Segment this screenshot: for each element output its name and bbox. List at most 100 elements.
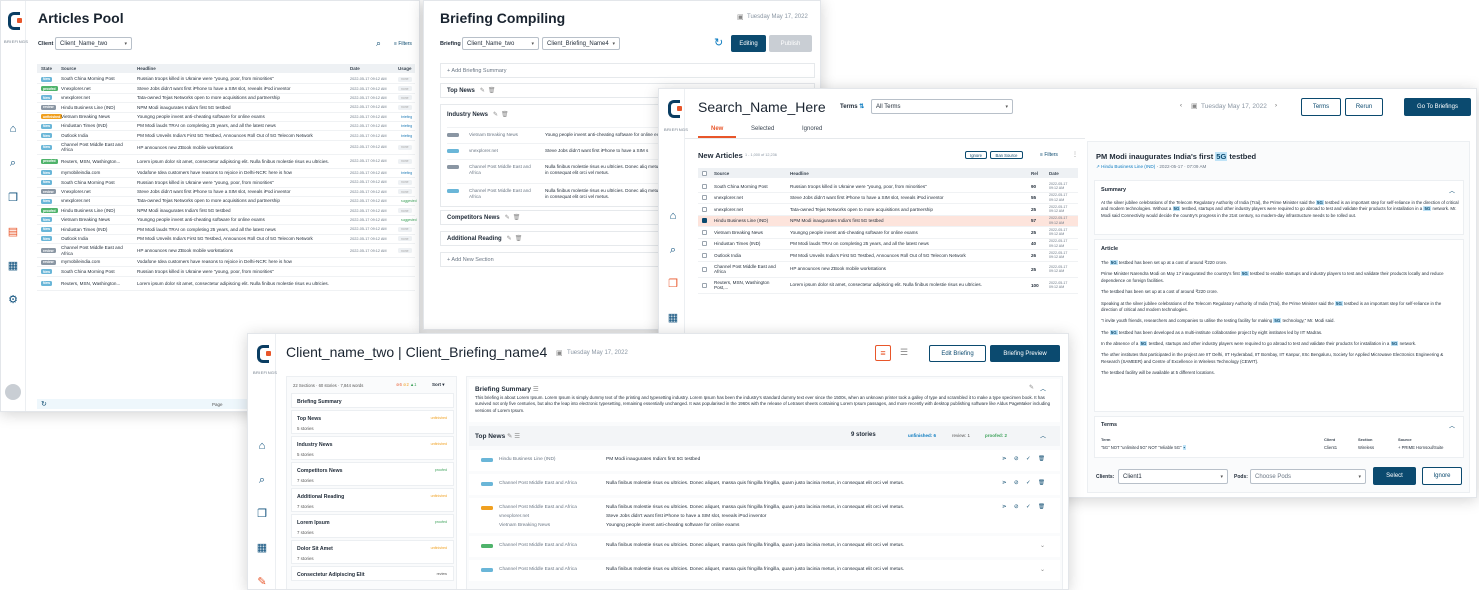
edit-icon[interactable]: ✎ xyxy=(505,214,510,221)
headline-cell[interactable]: Russian troops killed in Ukraine were "y… xyxy=(137,76,343,82)
story-row[interactable]: Channel Post Middle East and Africa Nulla… xyxy=(469,560,1060,581)
story-row[interactable]: Channel Post Middle East and Africa Nulla… xyxy=(469,536,1060,557)
col-usage[interactable]: Usage xyxy=(398,66,412,71)
ban-source-button[interactable]: Ban Source xyxy=(990,151,1023,159)
table-row[interactable]: South China Morning Post Russian troops k… xyxy=(698,181,1078,193)
table-row[interactable]: New South China Morning Post Russian troop… xyxy=(37,75,415,85)
headline-cell[interactable]: PM Modi lauds TRAI on completing 25 year… xyxy=(137,227,343,233)
headline-cell[interactable]: Steve Jobs didn't want first iPhone to h… xyxy=(606,514,766,519)
headline-cell[interactable]: Young people invent anti-cheating softwa… xyxy=(545,132,665,138)
row-checkbox[interactable] xyxy=(702,206,707,212)
terms-button[interactable]: Terms xyxy=(1301,98,1341,116)
headline-cell[interactable]: Tata-owned Tejas Networks open to more a… xyxy=(137,198,343,204)
table-row[interactable]: New Channel Post Middle East and Africa HP… xyxy=(37,141,415,155)
editing-button[interactable]: Editing xyxy=(731,35,766,52)
headline-cell[interactable]: Nulla finibus molestie risus eu ultricie… xyxy=(606,543,936,548)
row-checkbox[interactable] xyxy=(702,241,707,247)
collapse-icon[interactable]: ︿ xyxy=(1040,384,1046,393)
ignore-article-button[interactable]: Ignore xyxy=(1422,467,1462,485)
headline-cell[interactable]: Nulla finibus molestie risus eu ultricie… xyxy=(545,188,665,200)
headline-cell[interactable]: NPM Modi inaugurates India's first 5G te… xyxy=(137,208,343,214)
document-icon[interactable]: ▤ xyxy=(7,226,19,238)
headline-cell[interactable]: Vodafone Idea customers have reasons to … xyxy=(137,170,343,176)
home-icon[interactable]: ⌂ xyxy=(667,210,679,222)
search-icon[interactable]: ⌕ xyxy=(376,38,381,49)
table-row[interactable]: New vnexplorer.net Tata-owned Tejas Networ… xyxy=(37,94,415,104)
prev-date-icon[interactable]: ‹ xyxy=(1180,103,1182,109)
headline-cell[interactable]: Steve Jobs didn't want first iPhone to h… xyxy=(137,189,343,195)
headline-cell[interactable]: Youngng people invent anti-cheating soft… xyxy=(606,523,739,528)
tab-selected[interactable]: Selected xyxy=(751,126,774,132)
table-row[interactable]: proofed Reuters, MSN, Washington... Lorem … xyxy=(37,155,415,169)
headline-cell[interactable]: PM Modi Unveils India's First 5G Testbed… xyxy=(137,133,343,139)
table-row[interactable]: vnexplorer.net Tata-owned Tejas Networks … xyxy=(698,204,1078,216)
pen-icon[interactable]: ✎ xyxy=(256,576,268,588)
outline-item[interactable]: Competitors News 7 stories proofed xyxy=(291,462,454,486)
share-icon[interactable]: ⋗ xyxy=(1002,480,1007,486)
headline-cell[interactable]: Russian troops killed in Ukraine were "y… xyxy=(790,184,1020,190)
select-button[interactable]: Select xyxy=(1373,467,1416,485)
chevron-down-icon[interactable]: ⌄ xyxy=(1040,566,1045,573)
table-row[interactable]: review Hindu Business Line (IND) NPM Modi … xyxy=(37,103,415,113)
table-row[interactable]: New Outlook India PM Modi Unveils India's … xyxy=(37,131,415,141)
edit-briefing-button[interactable]: Edit Briefing xyxy=(929,345,986,362)
story-row[interactable]: Hindu Business Line (IND) PM Modi inaugur… xyxy=(469,450,1060,471)
briefing-preview-button[interactable]: Briefing Preview xyxy=(990,345,1060,362)
table-row[interactable]: New Reuters, MSN, Washington... Lorem ipsu… xyxy=(37,277,415,291)
menu-icon[interactable]: ☰ xyxy=(533,386,539,393)
headline-cell[interactable]: Lorem ipsum dolor sit amet, consectetur … xyxy=(790,282,1020,288)
table-row[interactable]: Outlook India PM Modi Unveils India's Fir… xyxy=(698,250,1078,262)
table-row[interactable]: proofed Vnexplorer.net Steve Jobs didn't w… xyxy=(37,84,415,94)
clients-select[interactable]: Client1 ▾ xyxy=(1118,469,1228,484)
copy-icon[interactable]: ❐ xyxy=(667,278,679,290)
row-checkbox[interactable] xyxy=(702,282,707,288)
sort-button[interactable]: Sort ▾ xyxy=(432,382,445,388)
add-briefing-summary[interactable]: + Add Briefing Summary xyxy=(440,63,815,78)
col-date[interactable]: Date xyxy=(1049,171,1059,176)
refresh-icon[interactable]: ↻ xyxy=(714,36,723,49)
table-row[interactable]: Reuters, MSN, Washington Post,... Lorem i… xyxy=(698,278,1078,294)
more-icon[interactable]: ⋮ xyxy=(1072,151,1078,158)
headline-cell[interactable]: Russian troops killed in Ukraine were "y… xyxy=(137,180,343,186)
headline-cell[interactable]: Youngng people invent anti-cheating soft… xyxy=(790,230,1020,236)
table-row[interactable]: review mymobileindia.com Vodafone Idea cus… xyxy=(37,258,415,268)
report-icon[interactable]: ▦ xyxy=(7,260,19,272)
edit-icon[interactable]: ✎ xyxy=(507,433,512,440)
headline-cell[interactable]: PM Modi lauds TRAI on completing 25 year… xyxy=(137,123,343,129)
table-row[interactable]: Hindu Business Line (IND) NPM Modi inaugu… xyxy=(698,215,1078,227)
headline-cell[interactable]: HP announces new ZBook mobile workstatio… xyxy=(137,145,343,151)
trash-icon[interactable]: 🗑 xyxy=(488,87,496,94)
search-icon[interactable]: ⌕ xyxy=(667,244,679,256)
trash-icon[interactable]: 🗑 xyxy=(1038,456,1045,462)
outline-item[interactable]: Top News 5 stories unfinished xyxy=(291,410,454,434)
search-icon[interactable]: ⌕ xyxy=(256,474,268,486)
headline-cell[interactable]: PM Modi Unveils India's First 5G Testbed… xyxy=(790,253,1020,259)
share-icon[interactable]: ⋗ xyxy=(1002,504,1007,510)
terms-select[interactable]: All Terms ▾ xyxy=(871,99,1013,114)
headline-cell[interactable]: Lorem ipsum dolor sit amet, consectetur … xyxy=(137,281,343,287)
link-icon[interactable]: ⊘ xyxy=(1014,480,1019,486)
row-checkbox[interactable] xyxy=(702,252,707,258)
col-date[interactable]: Date xyxy=(350,66,360,71)
link-icon[interactable]: ⊘ xyxy=(1014,504,1019,510)
edit-icon[interactable]: ✎ xyxy=(1029,384,1034,391)
outline-item[interactable]: Industry News 5 stories unfinished xyxy=(291,436,454,460)
headline-cell[interactable]: Youngng people invent anti-cheating soft… xyxy=(137,217,343,223)
col-headline[interactable]: Headline xyxy=(790,171,809,176)
search-icon[interactable]: ⌕ xyxy=(7,157,19,169)
headline-cell[interactable]: Vodafone Idea customers have reasons to … xyxy=(137,259,343,265)
edit-icon[interactable]: ✎ xyxy=(480,87,485,94)
table-row[interactable]: Hindustan Times (IND) PM Modi lauds TRAI … xyxy=(698,239,1078,250)
tab-new[interactable]: New xyxy=(711,126,723,132)
edit-icon[interactable]: ✎ xyxy=(507,235,512,242)
table-row[interactable]: New South China Morning Post Russian troop… xyxy=(37,178,415,188)
collapse-icon[interactable]: ︿ xyxy=(1040,431,1046,440)
publish-button[interactable]: Publish xyxy=(769,35,812,52)
trash-icon[interactable]: 🗑 xyxy=(1038,504,1045,510)
settings-icon[interactable]: ⚙ xyxy=(7,294,19,306)
story-row[interactable]: Channel Post Middle East and Africa Nulla… xyxy=(469,498,1060,533)
copy-icon[interactable]: ❐ xyxy=(256,508,268,520)
table-row[interactable]: Vietnam Breaking News Youngng people inve… xyxy=(698,227,1078,239)
rerun-button[interactable]: Rerun xyxy=(1345,98,1383,116)
headline-cell[interactable]: Russian troops killed in Ukraine were "y… xyxy=(137,269,343,275)
